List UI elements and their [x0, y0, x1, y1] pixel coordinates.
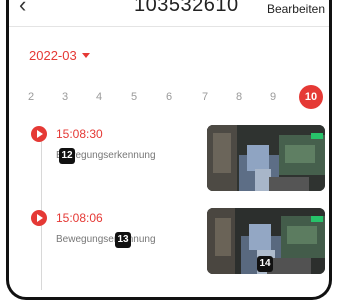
callout-badge: 13 — [115, 232, 131, 248]
back-icon[interactable]: ‹ — [19, 0, 26, 16]
day-item-selected[interactable]: 10 — [299, 85, 323, 109]
month-selector[interactable]: 2022-03 — [29, 48, 90, 63]
event-thumbnail[interactable] — [207, 125, 325, 191]
day-strip: 2 3 4 5 6 7 8 9 10 — [9, 85, 329, 109]
play-icon[interactable] — [31, 210, 47, 226]
caret-down-icon — [81, 53, 90, 58]
day-item[interactable]: 4 — [87, 85, 111, 109]
callout-badge: 14 — [257, 256, 273, 272]
header-divider — [9, 26, 329, 27]
day-item[interactable]: 8 — [227, 85, 251, 109]
event-item[interactable]: 15:08:30 Bewegungserkennung 12 — [9, 120, 329, 195]
day-item[interactable]: 2 — [19, 85, 43, 109]
app-frame: ‹ 103532610 Bearbeiten 2022-03 2 3 4 5 6… — [6, 0, 332, 300]
edit-button[interactable]: Bearbeiten — [267, 2, 325, 16]
day-item[interactable]: 3 — [53, 85, 77, 109]
day-item[interactable]: 6 — [157, 85, 181, 109]
day-item[interactable]: 7 — [193, 85, 217, 109]
event-item[interactable]: 15:08:06 Bewegungserkennung 13 14 — [9, 204, 329, 279]
day-item[interactable]: 9 — [261, 85, 285, 109]
callout-badge: 12 — [59, 148, 75, 164]
thumbnail-image — [207, 125, 325, 191]
event-thumbnail[interactable]: 14 — [207, 208, 325, 274]
event-time: 15:08:06 — [56, 211, 103, 225]
top-bar: ‹ 103532610 Bearbeiten — [9, 0, 329, 28]
play-icon[interactable] — [31, 126, 47, 142]
event-label: Bewegungserkennung — [56, 234, 156, 245]
month-label: 2022-03 — [29, 48, 77, 63]
device-title: 103532610 — [134, 0, 239, 16]
event-time: 15:08:30 — [56, 127, 103, 141]
day-item[interactable]: 5 — [122, 85, 146, 109]
